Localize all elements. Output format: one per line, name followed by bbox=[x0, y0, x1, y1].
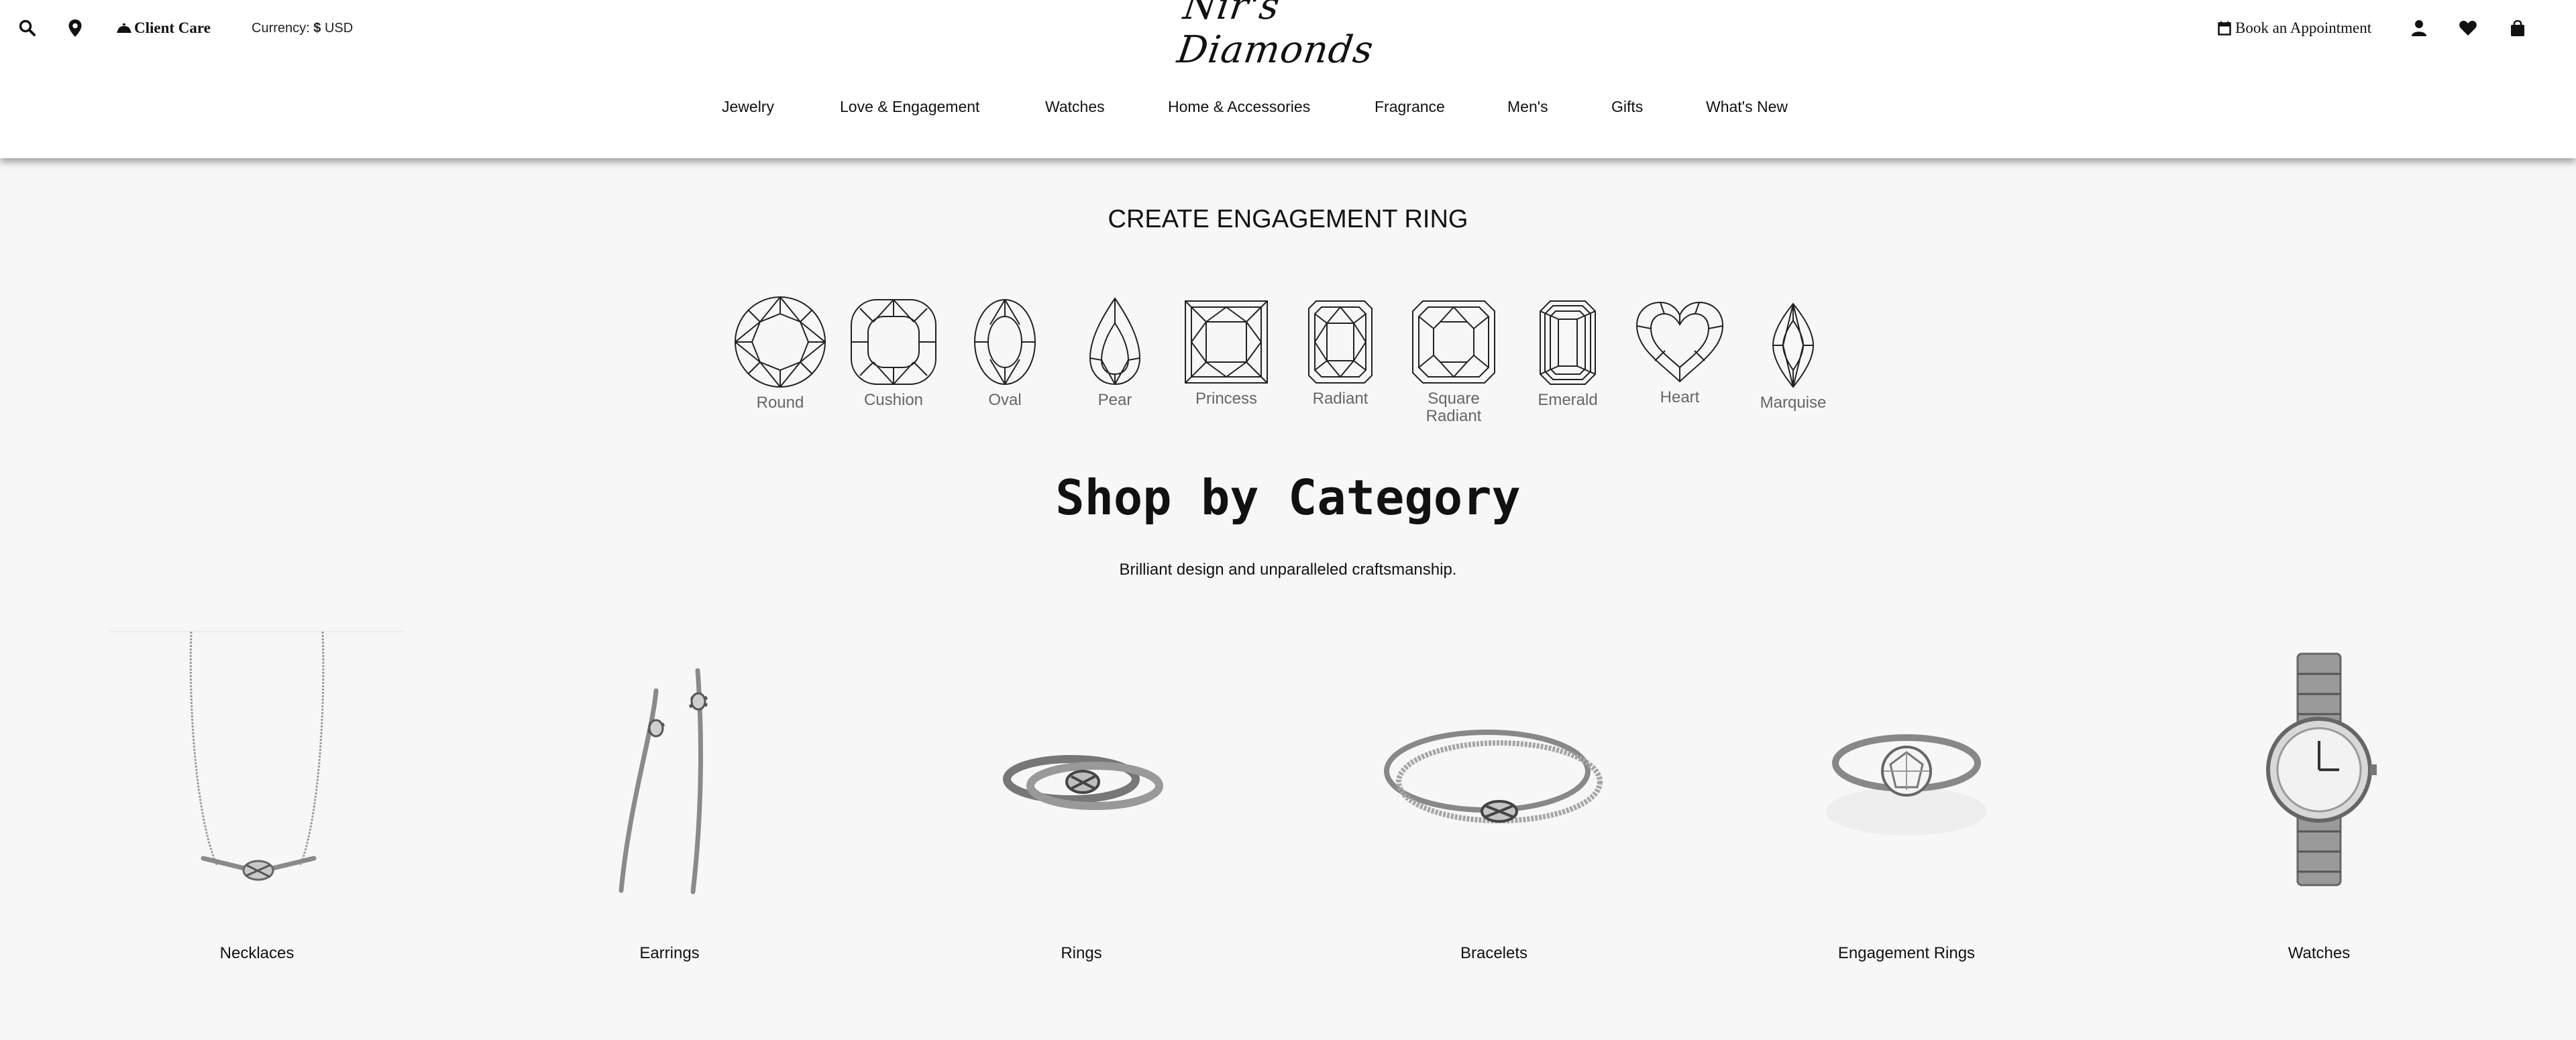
nav-item-jewelry[interactable]: Jewelry bbox=[722, 98, 774, 116]
shape-pear[interactable]: Pear bbox=[1061, 296, 1169, 409]
location-pin-icon[interactable] bbox=[68, 13, 83, 43]
site-header: Client Care Currency: $ USD Nir's Diamon… bbox=[0, 0, 2576, 158]
shape-label-radiant: Radiant bbox=[1312, 390, 1368, 408]
category-section-title: Shop by Category bbox=[1055, 469, 1521, 526]
category-card-watches[interactable]: Watches bbox=[2171, 630, 2467, 962]
necklace-image bbox=[109, 630, 405, 899]
client-care-link[interactable]: Client Care bbox=[115, 13, 211, 43]
category-label-earrings: Earrings bbox=[639, 944, 700, 962]
currency-code: USD bbox=[324, 20, 354, 36]
radiant-diamond-icon bbox=[1308, 300, 1373, 384]
shape-square-radiant[interactable]: Square Radiant bbox=[1400, 299, 1507, 425]
shape-marquise[interactable]: Marquise bbox=[1739, 302, 1847, 412]
shape-label-heart: Heart bbox=[1660, 388, 1700, 406]
shape-heart[interactable]: Heart bbox=[1626, 300, 1733, 406]
category-label-necklaces: Necklaces bbox=[219, 944, 294, 962]
category-label-watches: Watches bbox=[2288, 944, 2351, 962]
shopping-bag-icon[interactable] bbox=[2510, 13, 2526, 43]
shape-label-emerald: Emerald bbox=[1538, 391, 1598, 409]
nav-item-love-engagement[interactable]: Love & Engagement bbox=[840, 98, 979, 116]
shape-label-round: Round bbox=[756, 394, 804, 412]
search-icon[interactable] bbox=[19, 13, 36, 43]
client-care-icon bbox=[117, 23, 131, 33]
shape-label-princess: Princess bbox=[1195, 390, 1258, 408]
currency-symbol: $ bbox=[313, 20, 321, 36]
emerald-diamond-icon bbox=[1540, 300, 1596, 385]
round-diamond-icon bbox=[735, 296, 826, 388]
shape-oval[interactable]: Oval bbox=[951, 298, 1059, 409]
category-label-bracelets: Bracelets bbox=[1460, 944, 1528, 962]
earrings-image bbox=[522, 630, 817, 899]
category-card-bracelets[interactable]: Bracelets bbox=[1346, 630, 1642, 962]
currency-prefix: Currency: bbox=[252, 20, 310, 36]
nav-item-home-accessories[interactable]: Home & Accessories bbox=[1168, 98, 1310, 116]
site-logo[interactable]: Nir's Diamonds bbox=[1175, 0, 1413, 72]
heart-icon[interactable] bbox=[2459, 13, 2477, 43]
category-card-engagement-rings[interactable]: Engagement Rings bbox=[1759, 630, 2054, 962]
engagement-section-title: CREATE ENGAGEMENT RING bbox=[1108, 205, 1468, 233]
shape-emerald[interactable]: Emerald bbox=[1514, 299, 1621, 409]
rings-image bbox=[934, 630, 1229, 899]
main-navigation: Jewelry Love & Engagement Watches Home &… bbox=[0, 89, 2576, 126]
square-radiant-diamond-icon bbox=[1412, 300, 1495, 384]
engagement-ring-image bbox=[1759, 630, 2054, 899]
shape-radiant[interactable]: Radiant bbox=[1287, 299, 1394, 408]
oval-diamond-icon bbox=[974, 299, 1036, 385]
category-label-engagement-rings: Engagement Rings bbox=[1837, 944, 1976, 962]
shape-cushion[interactable]: Cushion bbox=[840, 298, 947, 409]
shape-label-square-radiant: Square Radiant bbox=[1426, 390, 1482, 425]
currency-selector[interactable]: Currency: $ USD bbox=[252, 13, 353, 43]
nav-item-watches[interactable]: Watches bbox=[1045, 98, 1105, 116]
pear-diamond-icon bbox=[1089, 297, 1141, 386]
category-section-subtitle: Brilliant design and unparalleled crafts… bbox=[1119, 561, 1457, 579]
shape-label-pear: Pear bbox=[1097, 391, 1132, 409]
calendar-icon bbox=[2218, 21, 2231, 36]
nav-item-whats-new[interactable]: What's New bbox=[1706, 98, 1788, 116]
nav-item-gifts[interactable]: Gifts bbox=[1611, 98, 1643, 116]
cushion-diamond-icon bbox=[851, 299, 936, 385]
shape-round[interactable]: Round bbox=[727, 295, 834, 412]
category-card-necklaces[interactable]: Necklaces bbox=[109, 630, 405, 962]
category-label-rings: Rings bbox=[1061, 944, 1102, 962]
marquise-diamond-icon bbox=[1772, 302, 1815, 388]
user-icon[interactable] bbox=[2411, 13, 2427, 43]
nav-item-mens[interactable]: Men's bbox=[1507, 98, 1548, 116]
book-appointment-link[interactable]: Book an Appointment bbox=[2218, 13, 2371, 43]
heart-diamond-icon bbox=[1635, 301, 1724, 383]
bracelets-image bbox=[1346, 630, 1642, 899]
book-appointment-label: Book an Appointment bbox=[2235, 19, 2372, 36]
client-care-label: Client Care bbox=[134, 19, 211, 36]
category-card-rings[interactable]: Rings bbox=[934, 630, 1229, 962]
princess-diamond-icon bbox=[1185, 300, 1268, 384]
shape-princess[interactable]: Princess bbox=[1173, 299, 1280, 408]
shape-label-oval: Oval bbox=[988, 391, 1022, 409]
top-utility-bar: Client Care Currency: $ USD Nir's Diamon… bbox=[0, 0, 2576, 72]
nav-item-fragrance[interactable]: Fragrance bbox=[1375, 98, 1445, 116]
category-card-earrings[interactable]: Earrings bbox=[522, 630, 817, 962]
shape-label-cushion: Cushion bbox=[863, 391, 924, 409]
shape-label-marquise: Marquise bbox=[1760, 394, 1827, 412]
watch-image bbox=[2171, 630, 2467, 899]
